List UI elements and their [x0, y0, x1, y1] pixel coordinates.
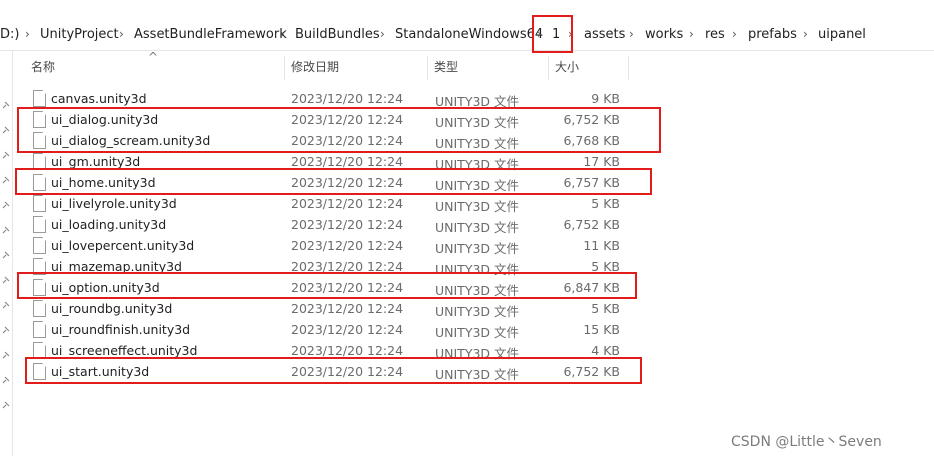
file-date: 2023/12/20 12:24	[291, 91, 404, 106]
file-icon	[33, 321, 46, 338]
quick-access-pin-strip	[0, 50, 13, 456]
file-row[interactable]: ui_lovepercent.unity3d 2023/12/20 12:24 …	[14, 235, 640, 256]
column-divider[interactable]	[548, 56, 549, 80]
column-divider[interactable]	[628, 56, 629, 80]
file-name: ui_loading.unity3d	[51, 217, 167, 232]
file-name: ui_roundbg.unity3d	[51, 301, 173, 316]
pin-icon[interactable]	[2, 251, 10, 259]
column-header-name[interactable]: 名称	[31, 58, 55, 75]
breadcrumb-item-prefabs[interactable]: prefabs	[748, 27, 797, 42]
file-size: 4 KB	[591, 343, 620, 358]
highlight-box	[15, 168, 652, 195]
file-row[interactable]: ui_loading.unity3d 2023/12/20 12:24 UNIT…	[14, 214, 640, 235]
chevron-right-icon: ›	[732, 27, 737, 41]
pin-icon[interactable]	[2, 276, 10, 284]
column-divider[interactable]	[427, 56, 428, 80]
column-header-type[interactable]: 类型	[434, 58, 458, 75]
file-type: UNITY3D 文件	[435, 325, 520, 340]
pin-icon[interactable]	[2, 151, 10, 159]
file-name: ui_roundfinish.unity3d	[51, 322, 191, 337]
file-name: ui_livelyrole.unity3d	[51, 196, 177, 211]
pin-icon[interactable]	[2, 226, 10, 234]
file-row[interactable]: ui_roundbg.unity3d 2023/12/20 12:24 UNIT…	[14, 298, 640, 319]
chevron-right-icon: ›	[280, 27, 285, 41]
pin-icon[interactable]	[2, 101, 10, 109]
breadcrumb-item-assets[interactable]: assets	[584, 27, 625, 42]
file-size: 5 KB	[591, 301, 620, 316]
highlight-box	[17, 272, 637, 299]
file-icon	[33, 216, 46, 233]
breadcrumb-item-assetbundleframework[interactable]: AssetBundleFramework	[134, 27, 287, 42]
file-size: 17 KB	[583, 154, 620, 169]
file-type: UNITY3D 文件	[435, 199, 520, 214]
highlight-box	[532, 15, 573, 53]
file-date: 2023/12/20 12:24	[291, 238, 404, 253]
file-size: 6,752 KB	[563, 217, 620, 232]
file-name: ui_screeneffect.unity3d	[51, 343, 198, 358]
column-header-date[interactable]: 修改日期	[291, 58, 339, 75]
file-name: ui_lovepercent.unity3d	[51, 238, 195, 253]
breadcrumb-item-unityproject[interactable]: UnityProject	[40, 27, 119, 42]
file-icon	[33, 90, 46, 107]
pin-icon[interactable]	[2, 301, 10, 309]
file-date: 2023/12/20 12:24	[291, 217, 404, 232]
file-name: ui_gm.unity3d	[51, 154, 141, 169]
breadcrumb-item-uipanel[interactable]: uipanel	[818, 27, 866, 42]
file-date: 2023/12/20 12:24	[291, 196, 404, 211]
chevron-right-icon: ›	[689, 27, 694, 41]
breadcrumb-item-works[interactable]: works	[645, 27, 683, 42]
file-row[interactable]: ui_roundfinish.unity3d 2023/12/20 12:24 …	[14, 319, 640, 340]
chevron-right-icon: ›	[119, 27, 124, 41]
file-date: 2023/12/20 12:24	[291, 154, 404, 169]
file-name: canvas.unity3d	[51, 91, 147, 106]
chevron-right-icon: ›	[629, 27, 634, 41]
file-icon	[33, 237, 46, 254]
file-date: 2023/12/20 12:24	[291, 343, 404, 358]
file-icon	[33, 300, 46, 317]
file-date: 2023/12/20 12:24	[291, 301, 404, 316]
file-size: 15 KB	[583, 322, 620, 337]
file-date: 2023/12/20 12:24	[291, 322, 404, 337]
file-row[interactable]: canvas.unity3d 2023/12/20 12:24 UNITY3D …	[14, 88, 640, 109]
file-type: UNITY3D 文件	[435, 241, 520, 256]
chevron-right-icon: ›	[380, 27, 385, 41]
breadcrumb: D:) › UnityProject › AssetBundleFramewor…	[0, 21, 934, 51]
chevron-right-icon: ›	[803, 27, 808, 41]
breadcrumb-item-drive[interactable]: D:)	[0, 27, 19, 42]
file-size: 5 KB	[591, 196, 620, 211]
highlight-box	[17, 107, 661, 153]
watermark: CSDN @Little丶Seven	[731, 434, 882, 450]
pin-icon[interactable]	[2, 401, 10, 409]
pin-icon[interactable]	[2, 351, 10, 359]
chevron-right-icon: ›	[25, 27, 30, 41]
file-size: 11 KB	[583, 238, 620, 253]
pin-icon[interactable]	[2, 126, 10, 134]
pin-icon[interactable]	[2, 376, 10, 384]
breadcrumb-item-standalonewindows64[interactable]: StandaloneWindows64	[395, 27, 543, 42]
breadcrumb-item-buildbundles[interactable]: BuildBundles	[295, 27, 380, 42]
column-header-size[interactable]: 大小	[555, 58, 579, 75]
breadcrumb-item-res[interactable]: res	[705, 27, 725, 42]
pin-icon[interactable]	[2, 201, 10, 209]
file-type: UNITY3D 文件	[435, 220, 520, 235]
pin-icon[interactable]	[2, 176, 10, 184]
highlight-box	[25, 357, 642, 384]
pin-icon[interactable]	[2, 326, 10, 334]
file-row[interactable]: ui_livelyrole.unity3d 2023/12/20 12:24 U…	[14, 193, 640, 214]
sort-ascending-icon: ^	[148, 50, 159, 64]
file-icon	[33, 195, 46, 212]
file-type: UNITY3D 文件	[435, 304, 520, 319]
file-size: 9 KB	[591, 91, 620, 106]
column-divider[interactable]	[284, 56, 285, 80]
